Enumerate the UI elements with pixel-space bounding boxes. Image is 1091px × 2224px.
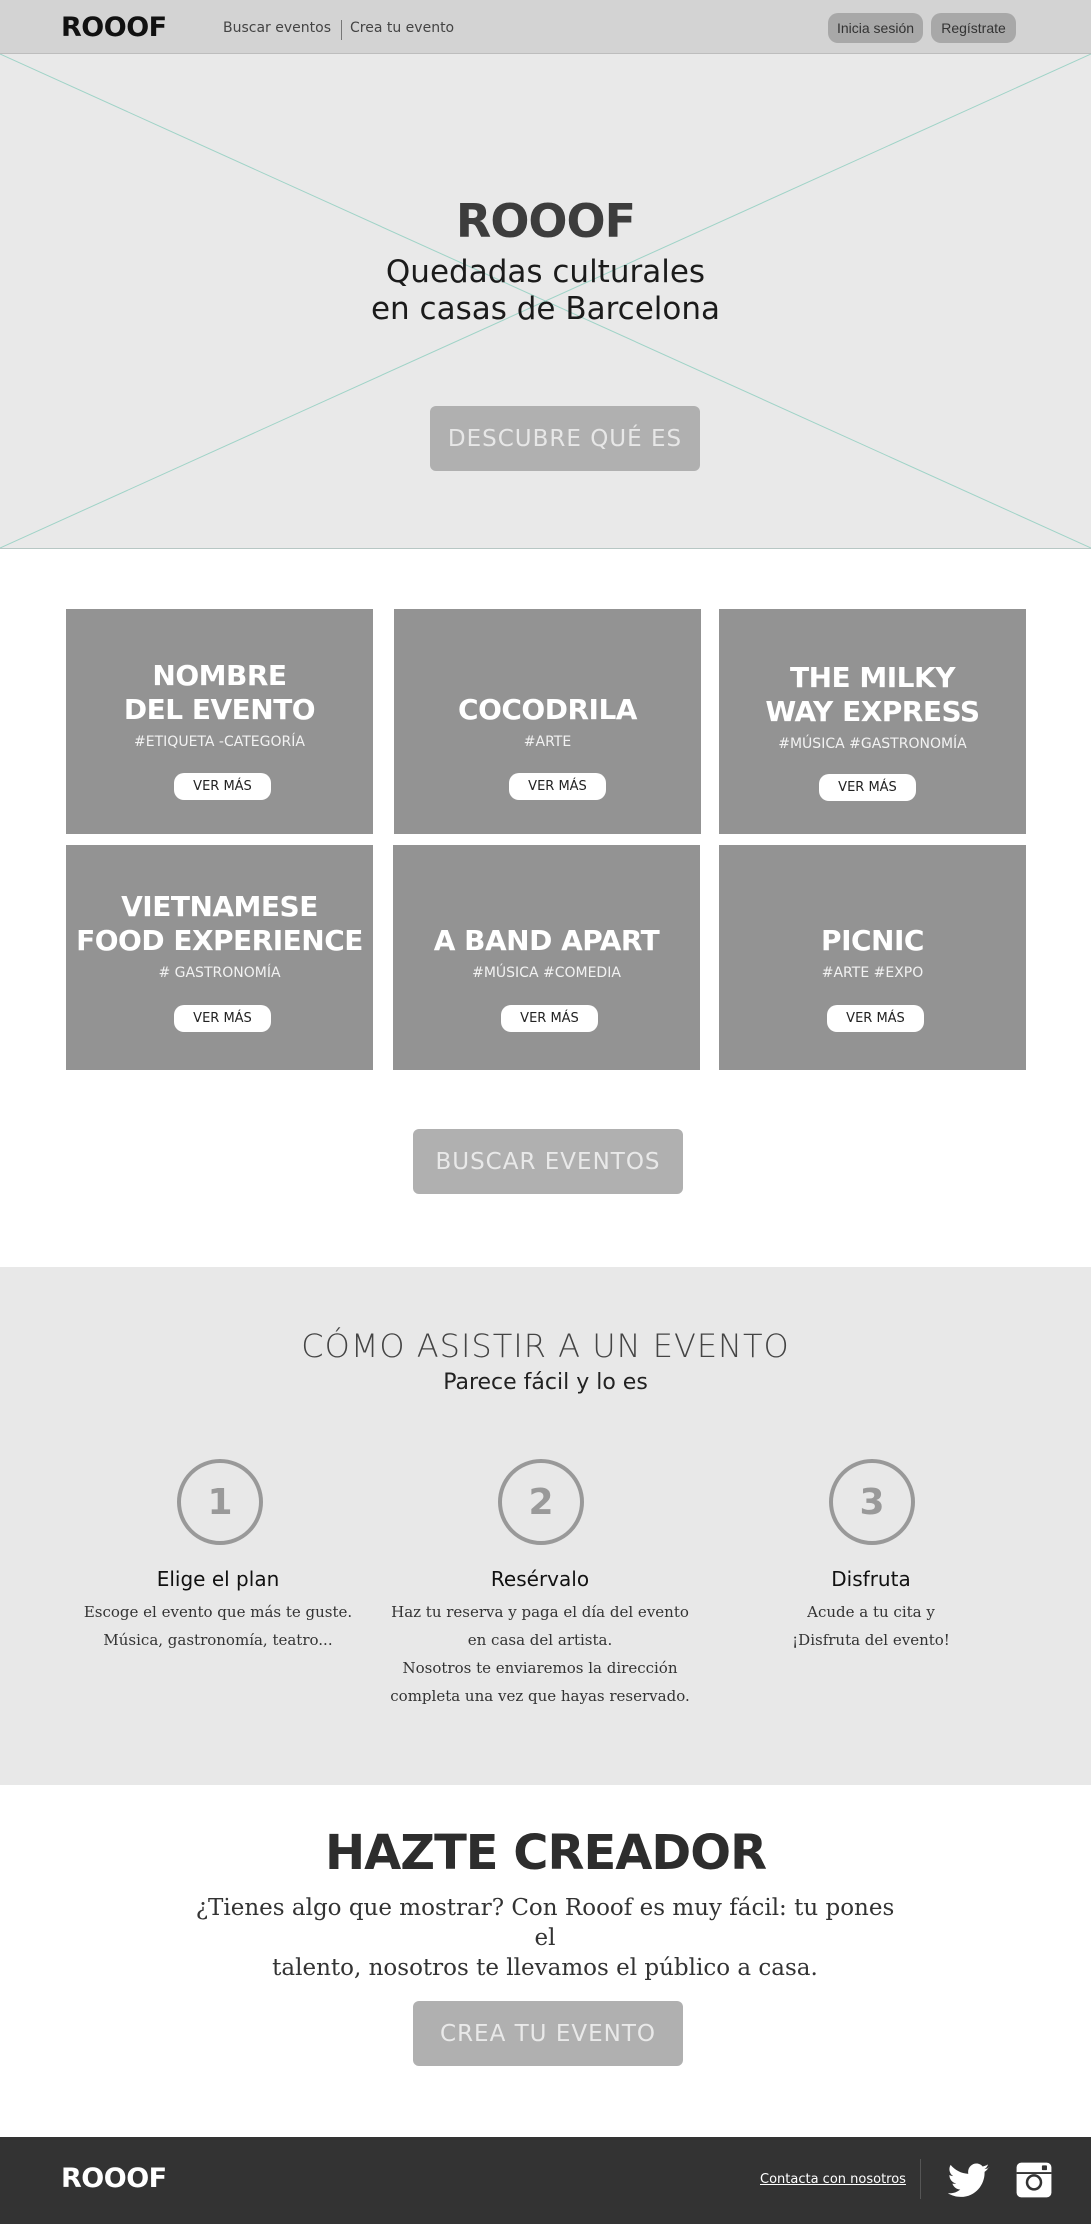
step-text: Haz tu reserva y paga el día del evento …: [380, 1598, 700, 1710]
how-to-section: CÓMO ASISTIR A UN EVENTO Parece fácil y …: [0, 1267, 1091, 1785]
nav-divider: [341, 20, 342, 40]
step-text-line: ¡Disfruta del evento!: [792, 1631, 950, 1649]
event-name: NOMBRE DEL EVENTO: [66, 659, 373, 727]
step-title: Elige el plan: [156, 1567, 280, 1591]
event-name-line: FOOD EXPERIENCE: [76, 924, 363, 957]
event-card[interactable]: VIETNAMESE FOOD EXPERIENCE # GASTRONOMÍA…: [66, 845, 373, 1070]
event-name-line: THE MILKY: [789, 661, 956, 694]
event-name: VIETNAMESE FOOD EXPERIENCE: [66, 890, 373, 958]
ver-mas-button[interactable]: VER MÁS: [827, 1005, 924, 1032]
nav-link-buscar-eventos[interactable]: Buscar eventos: [223, 20, 331, 36]
step-number-circle: 3: [829, 1459, 915, 1545]
event-name: COCODRILA: [458, 693, 637, 726]
event-tags: #MÚSICA #GASTRONOMÍA: [778, 736, 967, 752]
event-name: A BAND APART: [433, 924, 660, 957]
step-text-line: en casa del artista.: [467, 1631, 613, 1649]
register-button[interactable]: Regístrate: [931, 13, 1016, 43]
discover-button[interactable]: DESCUBRE QUÉ ES: [430, 406, 700, 471]
nav-logo[interactable]: ROOOF: [61, 12, 167, 43]
step-title: Resérvalo: [490, 1567, 590, 1591]
event-card[interactable]: THE MILKY WAY EXPRESS #MÚSICA #GASTRONOM…: [719, 609, 1026, 834]
event-name: THE MILKY WAY EXPRESS: [719, 661, 1026, 729]
instagram-icon[interactable]: [1015, 2161, 1053, 2199]
how-to-subtitle: Parece fácil y lo es: [443, 1370, 648, 1395]
ver-mas-button[interactable]: VER MÁS: [174, 773, 271, 800]
hero-subtitle-line: Quedadas culturales: [385, 254, 706, 290]
login-button[interactable]: Inicia sesión: [828, 13, 923, 43]
event-card[interactable]: PICNIC #ARTE #EXPO VER MÁS: [719, 845, 1026, 1070]
creator-text-line: talento, nosotros te llevamos el público…: [272, 1955, 818, 1981]
contact-link[interactable]: Contacta con nosotros: [760, 2172, 906, 2187]
event-name-line: WAY EXPRESS: [765, 695, 980, 728]
ver-mas-button[interactable]: VER MÁS: [509, 773, 606, 800]
ver-mas-button[interactable]: VER MÁS: [501, 1005, 598, 1032]
step-text-line: Acude a tu cita y: [807, 1603, 935, 1621]
step-text-line: completa una vez que hayas reservado.: [390, 1687, 690, 1705]
step-title: Disfruta: [831, 1567, 911, 1591]
step-text: Acude a tu cita y ¡Disfruta del evento!: [711, 1598, 1031, 1654]
event-tags: # GASTRONOMÍA: [158, 965, 281, 981]
step-text-line: Escoge el evento que más te guste.: [83, 1603, 353, 1621]
create-event-button[interactable]: CREA TU EVENTO: [413, 2001, 683, 2066]
footer-logo[interactable]: ROOOF: [61, 2163, 167, 2194]
event-tags: #ETIQUETA -CATEGORÍA: [134, 734, 305, 750]
how-to-title: CÓMO ASISTIR A UN EVENTO: [301, 1327, 790, 1365]
search-events-button[interactable]: BUSCAR EVENTOS: [413, 1129, 683, 1194]
top-navbar: ROOOF Buscar eventos Crea tu evento Inic…: [0, 0, 1091, 54]
event-name-line: NOMBRE: [152, 659, 287, 692]
event-tags: #ARTE #EXPO: [821, 965, 924, 981]
ver-mas-button[interactable]: VER MÁS: [819, 774, 916, 801]
hero-subtitle: Quedadas culturales en casas de Barcelon…: [0, 254, 1091, 328]
creator-text: ¿Tienes algo que mostrar? Con Rooof es m…: [195, 1893, 895, 1983]
event-card[interactable]: COCODRILA #ARTE VER MÁS: [394, 609, 701, 834]
event-card[interactable]: NOMBRE DEL EVENTO #ETIQUETA -CATEGORÍA V…: [66, 609, 373, 834]
step-text-line: Nosotros te enviaremos la dirección: [402, 1659, 678, 1677]
event-name-line: VIETNAMESE: [121, 890, 318, 923]
event-tags: #MÚSICA #COMEDIA: [472, 965, 621, 981]
footer: ROOOF Contacta con nosotros: [0, 2137, 1091, 2224]
hero-section: ROOOF Quedadas culturales en casas de Ba…: [0, 54, 1091, 549]
event-name-line: DEL EVENTO: [123, 693, 316, 726]
twitter-icon[interactable]: [948, 2163, 990, 2199]
step-text-line: Música, gastronomía, teatro...: [103, 1631, 333, 1649]
footer-divider: [920, 2159, 921, 2199]
nav-link-crea-tu-evento[interactable]: Crea tu evento: [350, 20, 454, 36]
ver-mas-button[interactable]: VER MÁS: [174, 1005, 271, 1032]
creator-title: HAZTE CREADOR: [324, 1825, 767, 1881]
hero-subtitle-line: en casas de Barcelona: [370, 291, 721, 327]
step-text: Escoge el evento que más te guste. Músic…: [58, 1598, 378, 1654]
hero-title: ROOOF: [455, 194, 636, 248]
event-tags: #ARTE: [523, 734, 572, 750]
event-card[interactable]: A BAND APART #MÚSICA #COMEDIA VER MÁS: [393, 845, 700, 1070]
step-number-circle: 2: [498, 1459, 584, 1545]
event-name: PICNIC: [821, 924, 924, 957]
step-number-circle: 1: [177, 1459, 263, 1545]
step-text-line: Haz tu reserva y paga el día del evento: [391, 1603, 689, 1621]
creator-text-line: ¿Tienes algo que mostrar? Con Rooof es m…: [195, 1895, 895, 1951]
